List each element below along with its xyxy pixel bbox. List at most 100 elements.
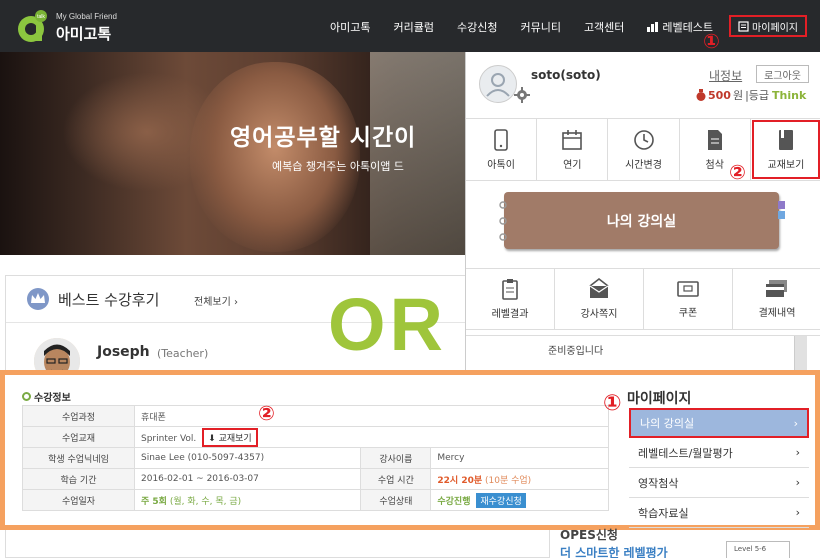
side-item-label: 학습자료실 [638,506,689,520]
opes-subtitle[interactable]: 더 스마트한 레벨평가 [560,544,668,558]
nav-item-curriculum[interactable]: 커리큘럼 [393,19,433,35]
step-marker-2-table: ② [258,401,275,425]
quick-coupon[interactable]: 쿠폰 [644,269,733,329]
amigotalk-logo[interactable]: talk [14,9,48,43]
nav-item-support[interactable]: 고객센터 [584,19,624,35]
review-view-all-link[interactable]: 전체보기 › [194,293,238,308]
days-value: 주 5회 [141,496,167,507]
quick-teacher-note-label: 강사쪽지 [580,309,618,320]
quick-postpone[interactable]: 연기 [537,119,609,180]
re-enroll-button[interactable]: 재수강신청 [476,492,526,508]
panel-scrollbar[interactable] [794,336,807,371]
my-classroom-button[interactable]: 나의 강의실 [499,192,779,249]
status-value: 수강진행 [437,496,471,507]
envelope-icon [589,278,609,298]
time-value: 22시 20분 [437,475,483,486]
reviewer-role: (Teacher) [157,347,209,360]
quick-correction-label: 첨삭 [705,159,724,171]
user-icon [486,73,510,97]
money-bag-icon [696,89,706,101]
mypage-quick-menu-2: 레벨결과 강사쪽지 쿠폰 결제내역 [466,268,820,330]
chevron-right-icon: › [795,446,800,459]
side-item-my-classroom[interactable]: 나의 강의실 › [629,408,809,438]
clipboard-icon [502,279,518,300]
clock-icon [633,129,654,150]
table-row: 수업과정 휴대폰 [22,405,609,427]
chevron-right-icon: › [793,416,798,430]
points-unit: 원 [732,89,744,102]
nav-item-amigotalk[interactable]: 아미고톡 [330,19,370,35]
opes-title[interactable]: OPES신청 [560,526,618,543]
step-marker-1-top: ① [703,29,720,53]
my-classroom-label: 나의 강의실 [606,213,677,230]
course-info-heading: 수강정보 [22,389,71,404]
quick-atoki[interactable]: 아톡이 [466,119,538,180]
quick-level-result[interactable]: 레벨결과 [466,269,555,329]
textbook-view-button[interactable]: ⬇ 교재보기 [202,427,258,447]
side-item-label: 나의 강의실 [640,417,695,430]
mypage-button[interactable]: 마이페이지 [729,15,807,37]
panel-notice-text: 준비중입니다 [548,346,604,357]
review-section-continuation [5,530,550,558]
days-note: (월, 화, 수, 목, 금) [169,496,242,507]
quick-teacher-note[interactable]: 강사쪽지 [555,269,644,329]
top-nav: talk My Global Friend 아미고톡 아미고톡 커리큘럼 수강신… [0,0,820,52]
user-avatar[interactable] [479,65,517,103]
period-value: 2016-02-01 ~ 2016-03-07 [133,468,362,490]
hero-photo-screen [370,52,465,255]
quick-level-result-label: 레벨결과 [491,309,529,320]
gear-icon[interactable] [514,87,530,103]
mypage-dropdown: soto(soto) 내정보 로그아웃 500 원 |등급 Think 아톡이 … [465,52,820,371]
course-info-highlight-box: 수강정보 수업과정 휴대폰 수업교재 Sprinter Vol. ⬇ 교재보기 … [0,370,820,530]
quick-textbook[interactable]: 교재보기 [751,119,820,180]
book-icon [738,20,749,32]
side-item-writing-correction[interactable]: 영작첨삭 › [629,468,809,498]
reviewer-name: Joseph [97,344,150,360]
review-title: 베스트 수강후기 [58,291,160,309]
status-cell: 수강진행 재수강신청 [430,489,609,511]
nav-item-enroll[interactable]: 수강신청 [457,19,497,35]
bar-chart-icon [647,22,659,32]
logo-text[interactable]: 아미고톡 [56,23,111,44]
quick-payment[interactable]: 결제내역 [733,269,820,329]
table-row: 수업교재 Sprinter Vol. ⬇ 교재보기 [22,426,609,448]
bookmark-tab-purple [778,201,785,209]
course-label: 수업과정 [22,405,135,427]
quick-time-change[interactable]: 시간변경 [608,119,680,180]
table-row: 학생 수업닉네임 Sinae Lee (010-5097-4357) 강사이름 … [22,447,609,469]
bookmark-tab-blue [778,211,785,219]
course-info-table: 수업과정 휴대폰 수업교재 Sprinter Vol. ⬇ 교재보기 학생 수업… [22,405,609,511]
coupon-icon [677,281,699,297]
nav-item-community[interactable]: 커뮤니티 [520,19,560,35]
table-row: 수업일자 주 5회 (월, 화, 수, 목, 금) 수업상태 수강진행 재수강신… [22,489,609,511]
grade-label: |등급 [745,89,770,102]
or-label: OR [328,283,447,366]
course-info-title: 수강정보 [34,393,71,404]
logout-button[interactable]: 로그아웃 [756,65,809,83]
textbook-view-label: 교재보기 [218,433,252,444]
hero-photo-face [190,62,360,252]
period-label: 학습 기간 [22,468,135,490]
side-item-level-test[interactable]: 레벨테스트/월말평가 › [629,438,809,468]
book-value: Sprinter Vol. [141,433,197,444]
my-info-link[interactable]: 내정보 [709,67,742,84]
time-note: (10분 수업) [485,475,532,486]
side-item-resources[interactable]: 학습자료실 › [629,498,809,528]
hero-title: 영어공부할 시간이 [230,125,417,151]
quick-payment-label: 결제내역 [758,308,796,319]
textbook-icon [778,129,793,150]
side-menu: 나의 강의실 › 레벨테스트/월말평가 › 영작첨삭 › 학습자료실 › [629,408,809,528]
chevron-right-icon: › [795,476,800,489]
time-label: 수업 시간 [360,468,432,490]
chevron-right-icon: › [795,506,800,519]
points-value: 500 [708,88,731,102]
calendar-icon [562,129,583,150]
side-menu-title: 마이페이지 [627,391,692,407]
svg-text:talk: talk [37,14,45,20]
side-item-label: 영작첨삭 [638,476,679,490]
side-item-label: 레벨테스트/월말평가 [638,446,733,460]
crown-icon [27,288,49,310]
nickname-label: 학생 수업닉네임 [22,447,135,469]
time-cell: 22시 20분 (10분 수업) [430,468,609,490]
nickname-value: Sinae Lee (010-5097-4357) [133,447,362,469]
